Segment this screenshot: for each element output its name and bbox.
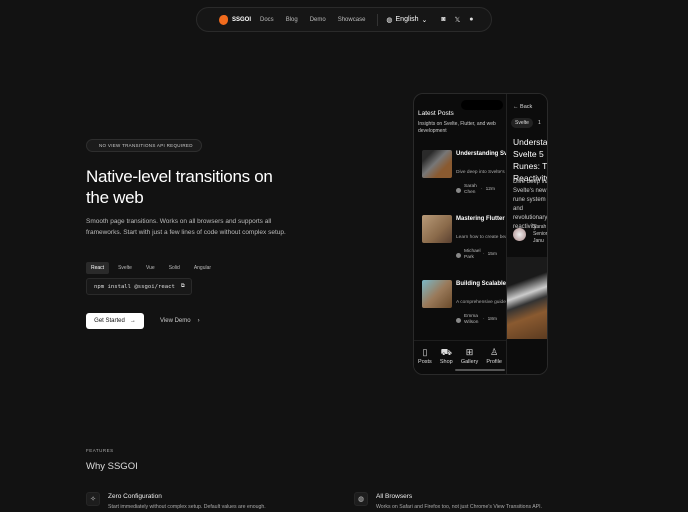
get-started-label: Get Started: [94, 318, 125, 324]
copy-icon[interactable]: ⧉: [181, 283, 185, 290]
post-time: 18m: [487, 317, 497, 322]
language-label: English: [395, 16, 419, 23]
install-command: npm install @ssgoi/react ⧉: [86, 278, 192, 295]
tab-svelte[interactable]: Svelte: [113, 262, 137, 274]
globe-icon: ◍: [386, 16, 393, 24]
post-time: 15m: [487, 252, 497, 257]
x-icon[interactable]: 𝕏: [455, 16, 461, 24]
view-demo-label: View Demo: [160, 318, 191, 324]
post-card[interactable]: Building Scalable Applications with A co…: [422, 280, 512, 325]
github-icon[interactable]: ●: [469, 16, 473, 23]
tab-solid[interactable]: Solid: [164, 262, 185, 274]
post-title: Mastering Flutter Animations: From: [456, 216, 512, 222]
post-card[interactable]: Understanding Svelte 5 Runes: The Fu Div…: [422, 150, 512, 195]
post-time: 12m: [485, 187, 495, 192]
nav-showcase[interactable]: Showcase: [338, 17, 366, 23]
detail-tag-2: 1: [538, 120, 541, 126]
book-icon: ▯: [422, 347, 428, 357]
globe-icon: ◍: [354, 492, 368, 506]
post-card[interactable]: Mastering Flutter Animations: From Learn…: [422, 215, 512, 260]
phone-mockup: Latest Posts Insights on Svelte, Flutter…: [413, 93, 548, 375]
post-title: Understanding Svelte 5 Runes: The Fu: [456, 151, 512, 157]
features-title: Why SSGOI: [86, 461, 138, 472]
back-button[interactable]: ← Back: [513, 104, 532, 110]
post-desc: Learn how to create beautiful, performa: [456, 235, 512, 240]
nav-docs[interactable]: Docs: [260, 17, 274, 23]
tab-react[interactable]: React: [86, 262, 110, 274]
framework-tabs: React Svelte Vue Solid Angular: [86, 262, 216, 274]
hero-title: Native-level transitions on the web: [86, 167, 273, 207]
post-thumbnail: [422, 150, 452, 178]
home-indicator: [455, 369, 505, 371]
get-started-button[interactable]: Get Started →: [86, 313, 144, 329]
author-avatar: [456, 187, 461, 193]
posts-subtitle: Insights on Svelte, Flutter, and web dev…: [418, 121, 496, 134]
tab-vue[interactable]: Vue: [141, 262, 160, 274]
chevron-down-icon: ⌄: [421, 16, 428, 24]
post-title: Building Scalable Applications with: [456, 281, 512, 287]
back-label: Back: [520, 104, 533, 110]
features-label: FEATURES: [86, 448, 114, 453]
post-author: Emma Wilson: [464, 314, 479, 325]
user-icon: ♙: [490, 347, 499, 357]
post-thumbnail: [422, 215, 452, 243]
feature-title: All Browsers: [376, 493, 413, 500]
detail-title: Understanding Svelte 5 Runes: The Reacti…: [513, 137, 548, 183]
post-desc: Dive deep into Svelte's new rune system …: [456, 170, 512, 175]
discord-icon[interactable]: ◙: [441, 16, 445, 23]
sparkle-icon: ✧: [86, 492, 100, 506]
phone-notch: [461, 100, 503, 110]
detail-author: Sarah Senior Janu: [533, 224, 548, 244]
cart-icon: ⛟: [440, 347, 452, 357]
post-author: Sarah Chen: [464, 184, 477, 195]
post-detail-pane: ← Back Svelte 1 Understanding Svelte 5 R…: [506, 94, 548, 374]
author-avatar: [513, 228, 526, 241]
feature-desc: Start immediately without complex setup.…: [108, 504, 266, 510]
feature-desc: Works on Safari and Firefox too, not jus…: [376, 504, 543, 510]
author-avatar: [456, 317, 461, 323]
grid-icon: ⊞: [465, 347, 474, 357]
hero-description: Smooth page transitions. Works on all br…: [86, 218, 286, 236]
command-text: npm install @ssgoi/react: [94, 283, 175, 290]
tab-angular[interactable]: Angular: [189, 262, 216, 274]
nav-blog[interactable]: Blog: [286, 17, 298, 23]
view-demo-button[interactable]: View Demo ›: [160, 313, 200, 329]
chevron-right-icon: ›: [197, 318, 200, 324]
post-author: Michael Park: [464, 249, 481, 260]
post-desc: A comprehensive guide architecting large…: [456, 300, 512, 305]
tab-posts[interactable]: ▯ Posts: [418, 341, 432, 374]
arrow-right-icon: →: [129, 318, 136, 324]
divider: [377, 13, 379, 26]
detail-image: [507, 257, 547, 339]
author-avatar: [456, 252, 461, 258]
logo-icon: [219, 14, 228, 25]
post-thumbnail: [422, 280, 452, 308]
brand[interactable]: SSGOI: [232, 17, 251, 23]
hero-badge: NO VIEW TRANSITIONS API REQUIRED: [86, 139, 202, 152]
top-nav: SSGOI Docs Blog Demo Showcase ◍ English ⌄ …: [196, 7, 492, 32]
language-select[interactable]: ◍ English ⌄: [386, 16, 427, 24]
feature-title: Zero Configuration: [108, 493, 162, 500]
nav-demo[interactable]: Demo: [310, 17, 326, 23]
tab-shop[interactable]: ⛟ Shop: [440, 341, 453, 374]
detail-tag: Svelte: [511, 118, 533, 128]
posts-title: Latest Posts: [418, 110, 454, 117]
